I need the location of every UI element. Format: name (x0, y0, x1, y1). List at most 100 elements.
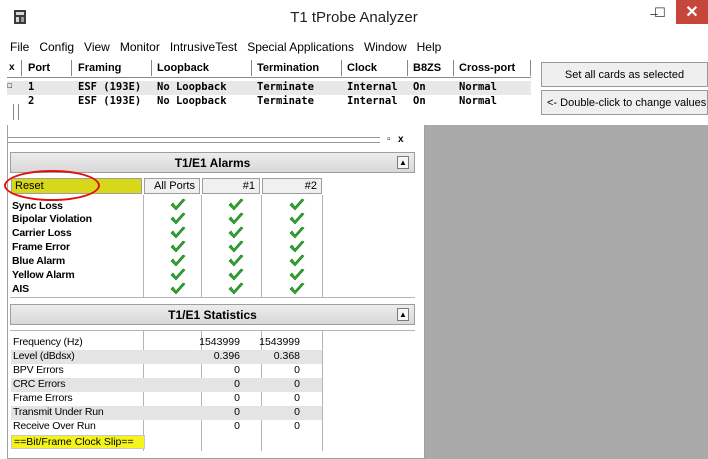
cell-clock: Internal (347, 95, 398, 107)
stat-row: CRC Errors 0 0 (11, 378, 322, 392)
close-icon[interactable]: x (9, 62, 15, 73)
col-loopback[interactable]: Loopback (157, 62, 209, 74)
collapse-arrow-icon[interactable]: ▲ (397, 308, 409, 321)
green-check-icon (170, 268, 186, 281)
clock-slip-label: ==Bit/Frame Clock Slip== (11, 435, 145, 449)
cell-b8zs: On (413, 81, 426, 93)
cell-b8zs: On (413, 95, 426, 107)
menu-file[interactable]: File (5, 40, 34, 54)
green-check-icon (170, 212, 186, 225)
stat-row: BPV Errors 0 0 (11, 364, 322, 378)
col-port[interactable]: Port (28, 62, 50, 74)
restore-icon[interactable]: ▫ (387, 134, 391, 145)
green-check-icon (289, 240, 305, 253)
stat-label: Transmit Under Run (13, 406, 104, 418)
cell-framing: ESF (193E) (78, 95, 142, 107)
stat-label: Receive Over Run (13, 420, 96, 432)
table-resize-handle[interactable] (13, 104, 19, 120)
stat-value-port-1: 0 (234, 392, 240, 404)
green-check-icon (289, 254, 305, 267)
stat-value-port-2: 0 (294, 420, 300, 432)
stat-value-port-2: 0 (294, 364, 300, 376)
alarm-label: AIS (12, 283, 29, 295)
green-check-icon (289, 282, 305, 295)
maximize-button[interactable]: ☐ (648, 0, 672, 26)
cell-loopback: No Loopback (157, 81, 227, 93)
pane-grip[interactable] (8, 137, 380, 143)
green-check-icon (228, 268, 244, 281)
col-all-ports[interactable]: All Ports (144, 178, 200, 194)
stat-label: Frequency (Hz) (13, 336, 83, 348)
stat-row: Level (dBdsx) 0.396 0.368 (11, 350, 322, 364)
menu-special-applications[interactable]: Special Applications (242, 40, 359, 54)
menu-config[interactable]: Config (34, 40, 79, 54)
alarms-title: T1/E1 Alarms (174, 155, 251, 170)
stat-row: Frame Errors 0 0 (11, 392, 322, 406)
double-click-hint-button[interactable]: <- Double-click to change values (541, 90, 708, 115)
stat-value-port-1: 0 (234, 364, 240, 376)
menu-intrusivetest[interactable]: IntrusiveTest (165, 40, 242, 54)
col-framing[interactable]: Framing (78, 62, 121, 74)
menu-window[interactable]: Window (359, 40, 412, 54)
table-row[interactable]: ☐ 1 ESF (193E) No Loopback Terminate Int… (7, 81, 531, 95)
port-table-header: x Port Framing Loopback Termination Cloc… (7, 60, 531, 77)
col-port-1[interactable]: #1 (202, 178, 260, 194)
close-button[interactable]: ✕ (676, 0, 708, 24)
row-select-icon[interactable]: ☐ (7, 81, 12, 91)
green-check-icon (228, 254, 244, 267)
close-pane-icon[interactable]: x (398, 134, 404, 145)
menu-monitor[interactable]: Monitor (115, 40, 165, 54)
cell-framing: ESF (193E) (78, 81, 142, 93)
green-check-icon (228, 282, 244, 295)
cell-cross-port: Normal (459, 81, 497, 93)
green-check-icon (228, 198, 244, 211)
green-check-icon (228, 240, 244, 253)
collapse-arrow-icon[interactable]: ▲ (397, 156, 409, 169)
menu-view[interactable]: View (79, 40, 115, 54)
cell-port: 2 (28, 95, 35, 107)
cell-port: 1 (28, 81, 35, 93)
stat-value-port-2: 0 (294, 378, 300, 390)
statistics-title: T1/E1 Statistics (168, 307, 257, 322)
green-check-icon (170, 240, 186, 253)
cell-cross-port: Normal (459, 95, 497, 107)
stat-value-port-2: 0 (294, 406, 300, 418)
stat-label: Frame Errors (13, 392, 73, 404)
green-check-icon (170, 198, 186, 211)
stat-value-port-2: 1543999 (259, 336, 300, 348)
stat-value-port-2: 0.368 (273, 350, 300, 362)
statistics-section-header[interactable]: T1/E1 Statistics ▲ (10, 304, 415, 325)
alarms-section-header[interactable]: T1/E1 Alarms ▲ (10, 152, 415, 173)
col-clock[interactable]: Clock (347, 62, 377, 74)
stat-value-port-1: 0.396 (213, 350, 240, 362)
stat-value-port-1: 0 (234, 378, 240, 390)
alarm-label: Yellow Alarm (12, 269, 75, 281)
green-check-icon (170, 282, 186, 295)
stat-label: Level (dBdsx) (13, 350, 75, 362)
title-bar: T1 tProbe Analyzer – ✕ ☐ (0, 0, 708, 36)
menu-bar: File Config View Monitor IntrusiveTest S… (0, 36, 708, 57)
alarm-label: Bipolar Violation (12, 213, 92, 225)
green-check-icon (170, 254, 186, 267)
stat-row: Receive Over Run 0 0 (11, 420, 322, 434)
stat-value-port-1: 0 (234, 420, 240, 432)
cell-termination: Terminate (257, 81, 314, 93)
stat-row: Frequency (Hz) 1543999 1543999 (11, 336, 322, 350)
col-termination[interactable]: Termination (257, 62, 319, 74)
stat-value-port-1: 0 (234, 406, 240, 418)
col-port-2[interactable]: #2 (262, 178, 322, 194)
menu-help[interactable]: Help (412, 40, 447, 54)
table-row[interactable]: 2 ESF (193E) No Loopback Terminate Inter… (7, 95, 531, 109)
col-b8zs[interactable]: B8ZS (413, 62, 441, 74)
port-config-table: x Port Framing Loopback Termination Cloc… (7, 60, 531, 122)
stat-label: CRC Errors (13, 378, 66, 390)
alarm-label: Blue Alarm (12, 255, 66, 267)
window-title: T1 tProbe Analyzer (290, 9, 418, 26)
set-all-cards-button[interactable]: Set all cards as selected (541, 62, 708, 87)
col-cross-port[interactable]: Cross-port (459, 62, 515, 74)
stat-row: Transmit Under Run 0 0 (11, 406, 322, 420)
cell-termination: Terminate (257, 95, 314, 107)
green-check-icon (289, 212, 305, 225)
mdi-workspace (425, 125, 708, 459)
green-check-icon (289, 198, 305, 211)
